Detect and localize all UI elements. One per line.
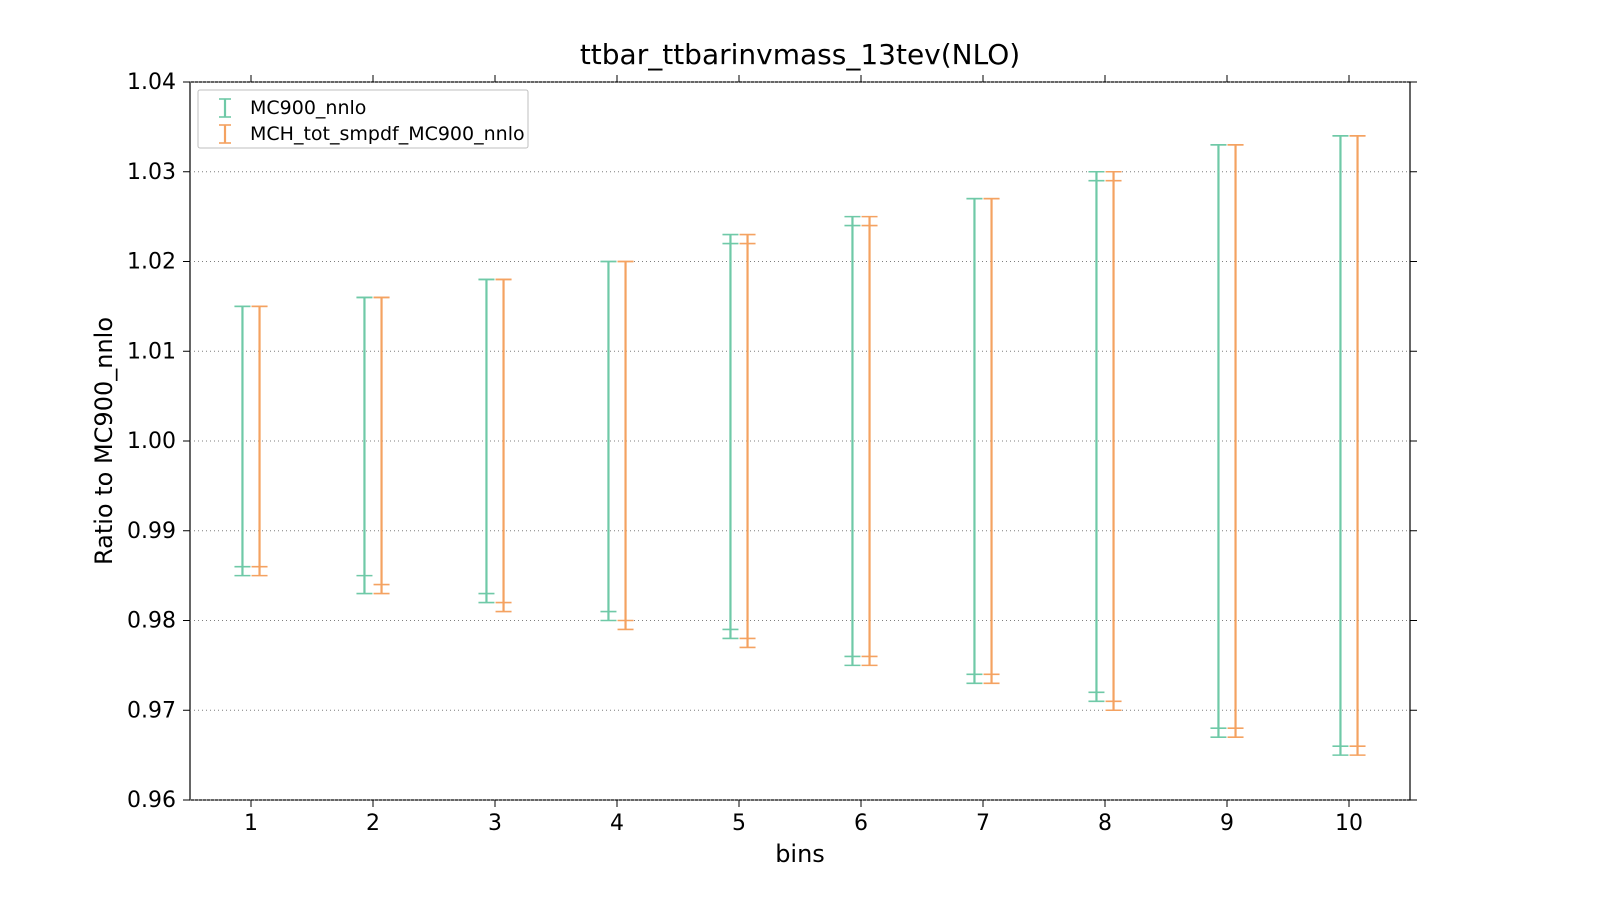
y-tick-label: 1.01 xyxy=(127,339,176,364)
legend-label: MC900_nnlo xyxy=(250,97,366,119)
x-tick-label: 3 xyxy=(488,811,502,836)
errorbar-series-1 xyxy=(1350,136,1366,755)
x-tick-label: 2 xyxy=(366,811,380,836)
errorbar-series-0 xyxy=(1210,145,1226,737)
errorbar-series-0 xyxy=(722,235,738,639)
y-tick-label: 0.97 xyxy=(127,698,176,723)
errorbar-series-1 xyxy=(984,199,1000,684)
errorbar-series-1 xyxy=(618,262,634,630)
errorbar-series-0 xyxy=(1332,136,1348,755)
y-tick-label: 1.04 xyxy=(127,70,176,95)
x-tick-label: 1 xyxy=(244,811,258,836)
errorbar-series-1 xyxy=(252,306,268,575)
errorbar-series-1 xyxy=(862,217,878,666)
errorbar-series-1 xyxy=(1228,145,1244,737)
y-tick-label: 1.00 xyxy=(127,429,176,454)
legend-label: MCH_tot_smpdf_MC900_nnlo xyxy=(250,123,525,145)
y-tick-label: 0.98 xyxy=(127,609,176,634)
x-tick-label: 9 xyxy=(1220,811,1234,836)
legend: MC900_nnlo MCH_tot_smpdf_MC900_nnlo xyxy=(198,90,528,148)
x-axis-label: bins xyxy=(775,840,825,868)
y-axis-label: Ratio to MC900_nnlo xyxy=(90,317,118,565)
x-tick-label: 8 xyxy=(1098,811,1112,836)
y-tick-label: 0.99 xyxy=(127,519,176,544)
errorbar-series-1 xyxy=(740,235,756,648)
errorbar-series-0 xyxy=(1088,172,1104,702)
errorbar-series-0 xyxy=(478,279,494,602)
x-tick-label: 7 xyxy=(976,811,990,836)
errorbar-series-1 xyxy=(374,297,390,593)
errorbar-series-0 xyxy=(356,297,372,593)
y-tick-label: 1.03 xyxy=(127,160,176,185)
errorbar-series-1 xyxy=(1106,172,1122,711)
x-tick-label: 4 xyxy=(610,811,624,836)
y-tick-label: 1.02 xyxy=(127,250,176,275)
x-tick-label: 10 xyxy=(1335,811,1363,836)
chart-title: ttbar_ttbarinvmass_13tev(NLO) xyxy=(580,38,1020,71)
ratio-errorbar-chart: 1 2 3 4 5 6 7 8 9 10 0.96 0.97 0.98 0.99 1.00 1.01 1.02 1… xyxy=(0,0,1600,900)
errorbar-series-0 xyxy=(234,306,250,575)
errorbar-series-0 xyxy=(966,199,982,684)
y-tick-label: 0.96 xyxy=(127,788,176,813)
errorbar-series-1 xyxy=(496,279,512,611)
x-tick-label: 5 xyxy=(732,811,746,836)
x-tick-label: 6 xyxy=(854,811,868,836)
